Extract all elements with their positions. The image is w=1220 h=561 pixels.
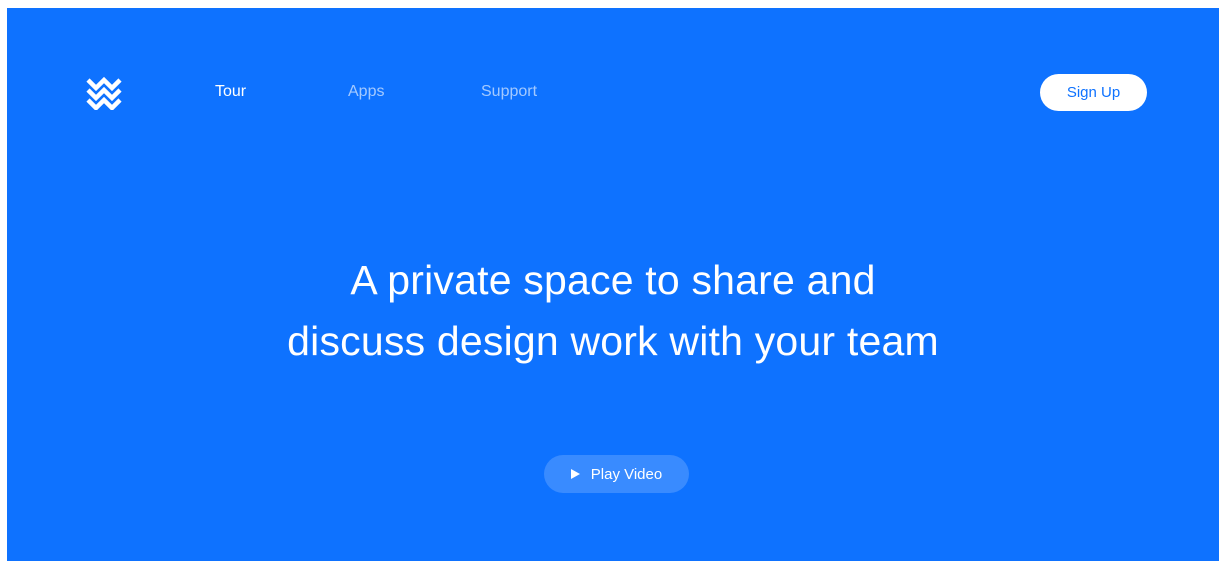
play-video-button[interactable]: Play Video — [544, 455, 689, 493]
play-icon — [570, 469, 580, 479]
nav-link-support[interactable]: Support — [481, 83, 537, 101]
play-video-label: Play Video — [590, 465, 663, 483]
nav-link-apps[interactable]: Apps — [348, 83, 384, 101]
zigzag-waves-icon — [86, 76, 122, 110]
headline-line-1: A private space to share and — [350, 257, 876, 303]
logo[interactable] — [85, 76, 125, 110]
sign-up-button[interactable]: Sign Up — [1040, 74, 1147, 111]
headline-line-2: discuss design work with your team — [287, 318, 939, 364]
hero-headline: A private space to share and discuss des… — [7, 250, 1219, 372]
nav-link-tour[interactable]: Tour — [215, 83, 246, 101]
hero-section: Tour Apps Support Sign Up A private spac… — [7, 8, 1219, 561]
